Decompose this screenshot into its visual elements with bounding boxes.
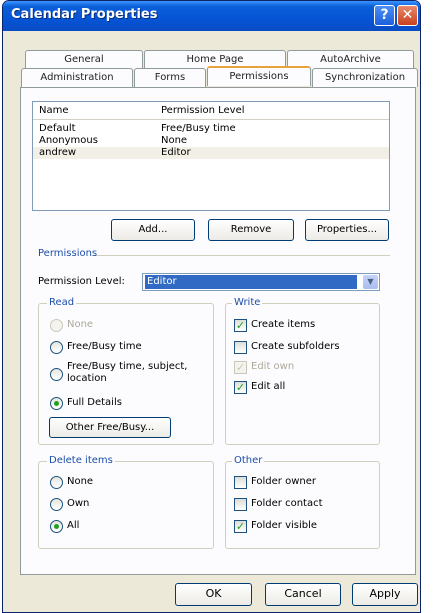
permissions-list[interactable]: Name Permission Level Default Free/Busy … <box>32 101 390 211</box>
properties-button[interactable]: Properties... <box>305 219 389 241</box>
list-item[interactable]: Anonymous None <box>33 135 389 147</box>
folder-visible-checkbox[interactable]: ✓ <box>234 520 247 533</box>
other-free-busy-button[interactable]: Other Free/Busy... <box>49 417 171 438</box>
permission-level-dropdown[interactable]: Editor ▼ <box>142 273 380 291</box>
window-title: Calendar Properties <box>11 7 158 22</box>
help-icon: ? <box>380 7 389 23</box>
close-icon: ✕ <box>401 7 414 23</box>
folder-owner-label: Folder owner <box>251 476 316 487</box>
tab-administration[interactable]: Administration <box>21 68 133 87</box>
list-item-selected[interactable]: andrew Editor <box>33 147 389 159</box>
create-items-checkbox[interactable]: ✓ <box>234 319 247 332</box>
close-button[interactable]: ✕ <box>397 5 418 26</box>
delete-none-radio[interactable] <box>50 476 63 489</box>
read-free-busy-subject-radio[interactable] <box>50 368 63 381</box>
delete-items-group <box>38 461 214 549</box>
edit-own-label: Edit own <box>251 361 295 372</box>
ok-button[interactable]: OK <box>175 583 252 606</box>
list-item-name: Anonymous <box>39 135 98 146</box>
help-button[interactable]: ? <box>374 5 395 26</box>
folder-visible-label: Folder visible <box>251 520 318 531</box>
remove-button[interactable]: Remove <box>208 219 294 241</box>
radio-selected-dot <box>54 401 59 406</box>
tab-forms[interactable]: Forms <box>134 68 206 87</box>
delete-all-radio[interactable] <box>50 520 63 533</box>
list-item-level: Editor <box>161 147 191 158</box>
read-free-busy-subject-label-line2: location <box>67 373 107 384</box>
permissions-section-title: Permissions <box>38 248 98 259</box>
folder-contact-checkbox[interactable] <box>234 498 247 511</box>
column-header-permission-level[interactable]: Permission Level <box>161 105 245 116</box>
delete-all-label: All <box>67 520 80 531</box>
write-group-title: Write <box>232 297 263 308</box>
title-bar[interactable]: Calendar Properties ? ✕ <box>3 1 420 31</box>
folder-contact-label: Folder contact <box>251 498 323 509</box>
read-group-title: Read <box>47 297 77 308</box>
add-button[interactable]: Add... <box>111 219 195 241</box>
delete-own-label: Own <box>67 498 90 509</box>
create-items-label: Create items <box>251 319 316 330</box>
calendar-properties-dialog: Calendar Properties ? ✕ General Home Pag… <box>2 0 421 613</box>
read-full-details-label: Full Details <box>67 397 122 408</box>
create-subfolders-checkbox[interactable] <box>234 341 247 354</box>
read-free-busy-subject-label: Free/Busy time, subject, <box>67 361 188 372</box>
folder-owner-checkbox[interactable] <box>234 476 247 489</box>
read-none-label: None <box>67 319 94 330</box>
list-item-name: andrew <box>39 147 77 158</box>
list-item-level: None <box>161 135 188 146</box>
read-free-busy-radio[interactable] <box>50 341 63 354</box>
permission-level-label: Permission Level: <box>38 276 125 287</box>
radio-selected-dot <box>54 524 59 529</box>
column-header-name[interactable]: Name <box>39 105 69 116</box>
delete-own-radio[interactable] <box>50 498 63 511</box>
list-item[interactable]: Default Free/Busy time <box>33 123 389 135</box>
edit-all-checkbox[interactable]: ✓ <box>234 381 247 394</box>
permission-level-value: Editor <box>145 275 357 289</box>
apply-button[interactable]: Apply <box>352 583 418 606</box>
create-subfolders-label: Create subfolders <box>251 341 340 352</box>
delete-none-label: None <box>67 476 94 487</box>
tab-permissions[interactable]: Permissions <box>207 66 311 86</box>
cancel-button[interactable]: Cancel <box>265 583 341 606</box>
read-free-busy-label: Free/Busy time <box>67 341 142 352</box>
list-item-level: Free/Busy time <box>161 123 236 134</box>
chevron-down-icon[interactable]: ▼ <box>363 275 378 289</box>
edit-own-checkbox[interactable]: ✓ <box>234 361 247 374</box>
tab-general[interactable]: General <box>25 50 143 69</box>
list-item-name: Default <box>39 123 76 134</box>
permissions-divider <box>93 255 390 256</box>
other-group-title: Other <box>232 455 265 466</box>
read-full-details-radio[interactable] <box>50 397 63 410</box>
tab-synchronization[interactable]: Synchronization <box>312 68 418 87</box>
delete-items-group-title: Delete items <box>47 455 115 466</box>
read-none-radio[interactable] <box>50 319 63 332</box>
edit-all-label: Edit all <box>251 381 286 392</box>
list-header: Name Permission Level <box>33 102 389 120</box>
